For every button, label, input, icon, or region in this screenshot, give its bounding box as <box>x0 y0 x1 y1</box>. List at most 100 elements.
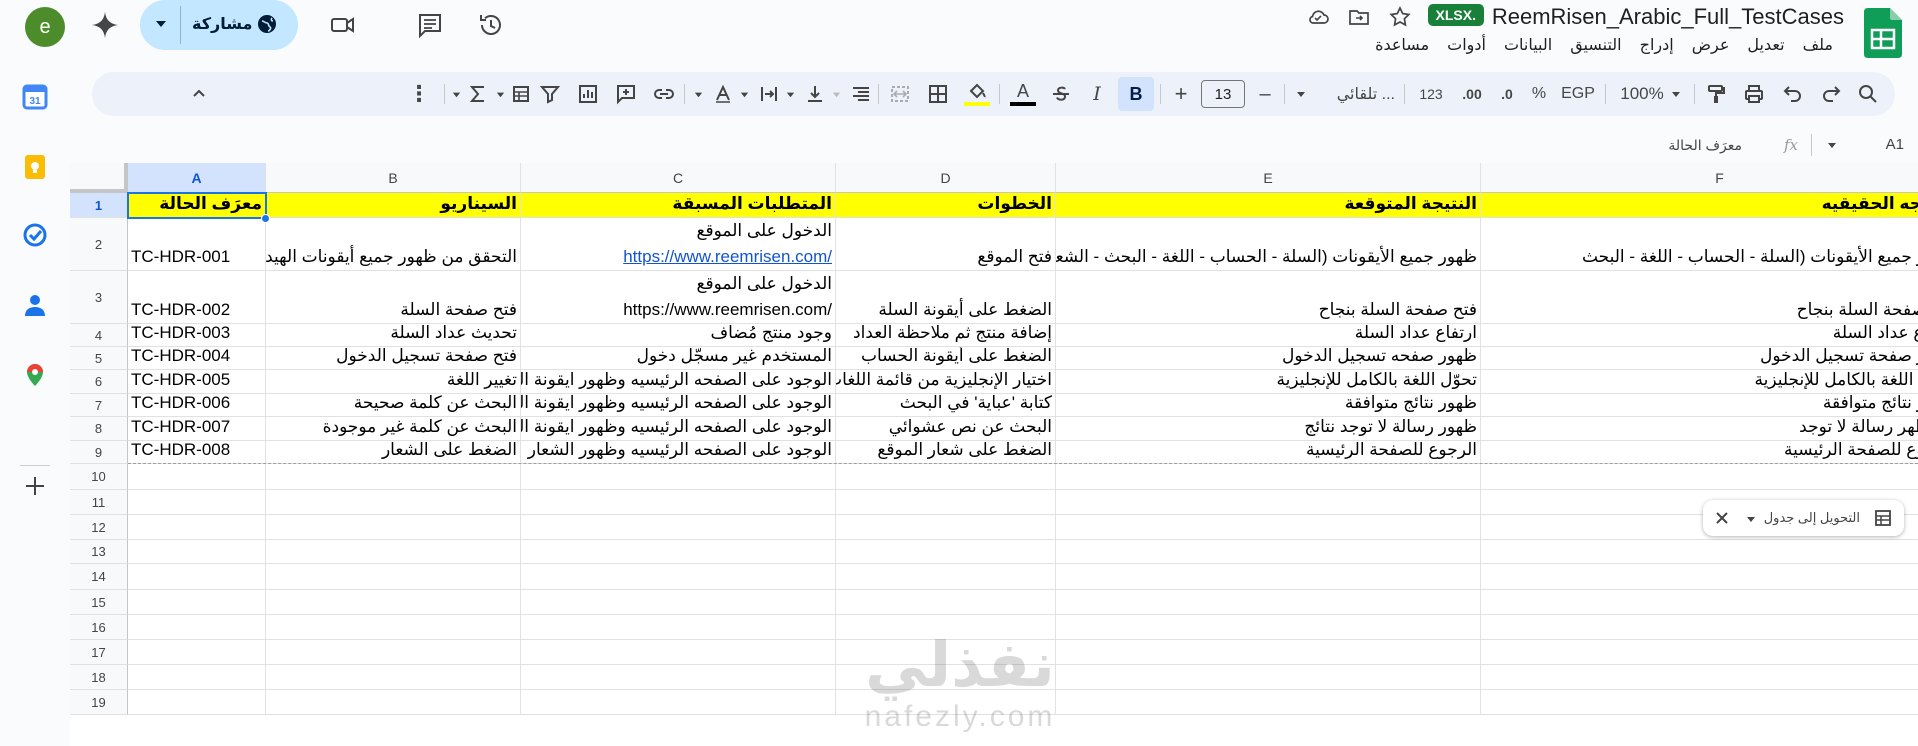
print-button[interactable] <box>1741 81 1767 107</box>
empty-cell[interactable] <box>1481 464 1918 490</box>
fill-handle[interactable] <box>261 214 270 223</box>
empty-cell[interactable] <box>836 515 1056 540</box>
italic-button[interactable]: I <box>1084 81 1110 107</box>
header-cell-c[interactable]: المتطلبات المسبقة <box>521 193 836 218</box>
name-box[interactable]: A1 <box>1886 136 1904 153</box>
data-cell[interactable]: الرجوع للصفحة الرئيسية <box>1481 441 1918 464</box>
gemini-sparkle-icon[interactable] <box>90 10 120 40</box>
empty-cell[interactable] <box>836 464 1056 490</box>
data-cell[interactable]: الرجوع للصفحة الرئيسية <box>1056 441 1481 464</box>
data-cell[interactable]: البحث عن نص عشوائي <box>836 417 1056 441</box>
data-cell[interactable]: الضغط على أيقونة السلة <box>836 271 1056 324</box>
zoom-select[interactable]: 100% <box>1616 81 1686 107</box>
search-menus-button[interactable] <box>1855 81 1881 107</box>
keep-icon[interactable] <box>22 154 48 180</box>
empty-cell[interactable] <box>1056 464 1481 490</box>
data-cell[interactable]: الوجود على الصفحه الرئيسيه وظهور ايقونة … <box>521 394 836 417</box>
menu-insert[interactable]: إدراج <box>1631 35 1683 55</box>
row-header-6[interactable]: 6 <box>70 370 128 394</box>
empty-cell[interactable] <box>836 665 1056 690</box>
data-cell[interactable]: ظهور نتائج متوافقة <box>1481 394 1918 417</box>
row-header-10[interactable]: 10 <box>70 464 128 490</box>
insert-link-button[interactable] <box>651 81 677 107</box>
row-header-9[interactable]: 9 <box>70 441 128 464</box>
data-cell[interactable]: الدخول على الموقع https://www.reemrisen.c… <box>521 218 836 271</box>
row-header-7[interactable]: 7 <box>70 394 128 417</box>
empty-cell[interactable] <box>266 515 521 540</box>
data-cell[interactable]: إضافة منتج ثم ملاحظة العداد <box>836 324 1056 347</box>
empty-cell[interactable] <box>266 640 521 665</box>
decrease-font-size-button[interactable]: – <box>1253 81 1277 107</box>
empty-cell[interactable] <box>521 665 836 690</box>
data-cell[interactable]: فتح صفحة السلة بنجاح <box>1056 271 1481 324</box>
row-header-18[interactable]: 18 <box>70 665 128 690</box>
data-cell[interactable]: ظهور صفحه تسجيل الدخول <box>1056 347 1481 370</box>
menu-view[interactable]: عرض <box>1683 35 1739 55</box>
empty-cell[interactable] <box>266 564 521 590</box>
menu-format[interactable]: التنسيق <box>1561 35 1630 55</box>
row-header-15[interactable]: 15 <box>70 590 128 615</box>
menu-help[interactable]: مساعدة <box>1366 35 1438 55</box>
data-cell[interactable]: الوجود على الصفحه الرئيسيه وظهور ايقونة … <box>521 417 836 441</box>
empty-cell[interactable] <box>1056 690 1481 715</box>
vertical-align-select[interactable] <box>785 81 825 107</box>
sheets-logo-icon[interactable] <box>1864 8 1902 58</box>
column-header-f[interactable]: F <box>1481 163 1918 193</box>
merge-cells-button[interactable] <box>887 81 913 107</box>
data-cell[interactable]: ظهور جميع الأيقونات (السلة - الحساب - ال… <box>1056 218 1481 271</box>
move-folder-icon[interactable] <box>1347 5 1371 29</box>
select-all-corner[interactable] <box>70 163 128 193</box>
empty-cell[interactable] <box>266 665 521 690</box>
data-cell[interactable]: TC-HDR-004 <box>128 347 266 370</box>
url-link[interactable]: https://www.reemrisen.com/ <box>524 244 832 270</box>
empty-cell[interactable] <box>128 490 266 515</box>
empty-cell[interactable] <box>266 540 521 564</box>
data-cell[interactable]: تغيير اللغة <box>266 370 521 394</box>
empty-cell[interactable] <box>521 690 836 715</box>
empty-cell[interactable] <box>128 590 266 615</box>
empty-cell[interactable] <box>836 640 1056 665</box>
header-cell-f[interactable]: النتيجه الحقيقيه <box>1481 193 1918 218</box>
add-addon-icon[interactable] <box>22 473 48 499</box>
header-cell-d[interactable]: الخطوات <box>836 193 1056 218</box>
data-cell[interactable]: فتح صفحة السلة <box>266 271 521 324</box>
row-header-11[interactable]: 11 <box>70 490 128 515</box>
data-cell[interactable]: تحوّل اللغة بالكامل للإنجليزية <box>1481 370 1918 394</box>
percent-format-button[interactable]: % <box>1528 81 1550 107</box>
empty-cell[interactable] <box>266 590 521 615</box>
row-header-19[interactable]: 19 <box>70 690 128 715</box>
functions-select[interactable] <box>451 81 487 107</box>
row-header-2[interactable]: 2 <box>70 218 128 271</box>
avatar[interactable]: e <box>25 7 65 47</box>
comments-icon[interactable] <box>415 10 445 40</box>
document-title[interactable]: ReemRisen_Arabic_Full_TestCases <box>1492 4 1844 30</box>
empty-cell[interactable] <box>1481 564 1918 590</box>
empty-cell[interactable] <box>128 564 266 590</box>
empty-cell[interactable] <box>521 464 836 490</box>
data-cell[interactable]: TC-HDR-006 <box>128 394 266 417</box>
data-cell[interactable]: لم تظهر رسالة لا توجد <box>1481 417 1918 441</box>
data-cell[interactable]: ظهور رسالة لا توجد نتائج <box>1056 417 1481 441</box>
menu-tools[interactable]: أدوات <box>1438 35 1495 55</box>
row-header-3[interactable]: 3 <box>70 271 128 324</box>
data-cell[interactable]: ظهور نتائج متوافقة <box>1056 394 1481 417</box>
row-header-14[interactable]: 14 <box>70 564 128 590</box>
empty-cell[interactable] <box>266 690 521 715</box>
data-cell[interactable]: البحث عن كلمة صحيحة <box>266 394 521 417</box>
text-color-button[interactable]: A <box>1008 81 1038 107</box>
empty-cell[interactable] <box>1056 615 1481 640</box>
empty-cell[interactable] <box>1056 540 1481 564</box>
formula-input[interactable]: معرَف الحالة <box>1668 137 1742 154</box>
data-cell[interactable]: ظهور جميع الأيقونات (السلة - الحساب - ال… <box>1481 218 1918 271</box>
menu-data[interactable]: البيانات <box>1495 35 1561 55</box>
fill-color-button[interactable] <box>962 81 992 107</box>
create-filter-button[interactable] <box>537 81 563 107</box>
empty-cell[interactable] <box>521 590 836 615</box>
data-cell[interactable]: ظهور صفحة تسجيل الدخول <box>1481 347 1918 370</box>
row-header-1[interactable]: 1 <box>70 193 128 218</box>
chevron-down-icon[interactable] <box>1826 139 1838 151</box>
data-cell[interactable]: TC-HDR-005 <box>128 370 266 394</box>
empty-cell[interactable] <box>1056 490 1481 515</box>
empty-cell[interactable] <box>266 490 521 515</box>
text-wrapping-select[interactable] <box>739 81 779 107</box>
